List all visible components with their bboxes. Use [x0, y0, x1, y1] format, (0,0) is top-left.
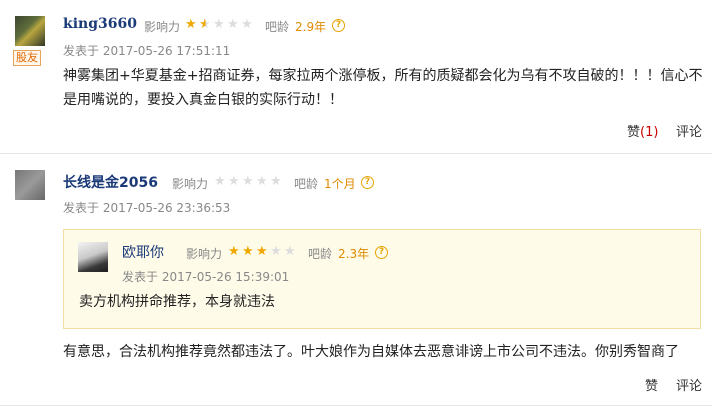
quoted-content: 卖方机构拼命推荐，本身就违法 [79, 294, 275, 310]
star-icon: ★ [228, 244, 240, 259]
posted-time: 发表于 2017-05-26 17:51:11 [63, 44, 231, 58]
star-icon: ★ [242, 174, 254, 189]
question-circle-icon[interactable]: ? [332, 19, 345, 32]
star-icon: ★ [214, 174, 226, 189]
like-count: (1) [640, 125, 659, 140]
reply-button[interactable]: 评论 [676, 121, 702, 140]
username[interactable]: king3660 [63, 16, 137, 32]
reply-button[interactable]: 评论 [676, 375, 702, 394]
posted-time: 发表于 2017-05-26 15:39:01 [122, 270, 290, 284]
star-icon: ★ [213, 17, 225, 32]
star-icon: ★ [241, 17, 253, 32]
influence-stars: ★ ★ ★ ★ ★ [185, 18, 254, 31]
age-label: 吧龄 [294, 177, 319, 191]
star-icon: ★ [270, 174, 282, 189]
age-value: 2.9年 [295, 20, 327, 34]
avatar[interactable] [78, 242, 108, 272]
star-icon: ★ [256, 174, 268, 189]
star-icon: ★ [256, 244, 268, 259]
question-circle-icon[interactable]: ? [375, 246, 388, 259]
age-label: 吧龄 [308, 247, 333, 261]
age-value: 2.3年 [338, 247, 370, 261]
influence-stars: ★ ★ ★ ★ ★ [228, 245, 297, 258]
user-badge: 股友 [13, 50, 41, 66]
question-circle-icon[interactable]: ? [361, 176, 374, 189]
star-icon: ★ [227, 17, 239, 32]
quoted-username[interactable]: 欧耶你 [122, 242, 164, 262]
influence-stars: ★ ★ ★ ★ ★ [214, 175, 283, 188]
age-value: 1个月 [324, 177, 356, 191]
avatar[interactable] [15, 170, 45, 200]
star-icon: ★ [228, 174, 240, 189]
star-half-icon: ★ [199, 17, 211, 32]
influence-label: 影响力 [172, 177, 209, 191]
comment-content: 有意思，合法机构推荐竟然都违法了。叶大娘作为自媒体去恶意诽谤上市公司不违法。你别… [63, 344, 679, 360]
avatar[interactable] [15, 16, 45, 46]
like-button[interactable]: 赞 [645, 375, 658, 394]
influence-label: 影响力 [186, 247, 223, 261]
star-icon: ★ [270, 244, 282, 259]
age-label: 吧龄 [265, 20, 290, 34]
star-icon: ★ [284, 244, 296, 259]
comment-content: 神雾集团+华夏基金+招商证券，每家拉两个涨停板，所有的质疑都会化为乌有不攻自破的… [63, 68, 703, 108]
divider [0, 405, 712, 406]
posted-time: 发表于 2017-05-26 23:36:53 [63, 201, 231, 215]
influence-label: 影响力 [144, 20, 181, 34]
star-icon: ★ [185, 17, 197, 32]
username[interactable]: 长线是金2056 [63, 172, 158, 192]
divider [0, 153, 712, 154]
star-icon: ★ [242, 244, 254, 259]
like-button[interactable]: 赞(1) [627, 121, 658, 140]
